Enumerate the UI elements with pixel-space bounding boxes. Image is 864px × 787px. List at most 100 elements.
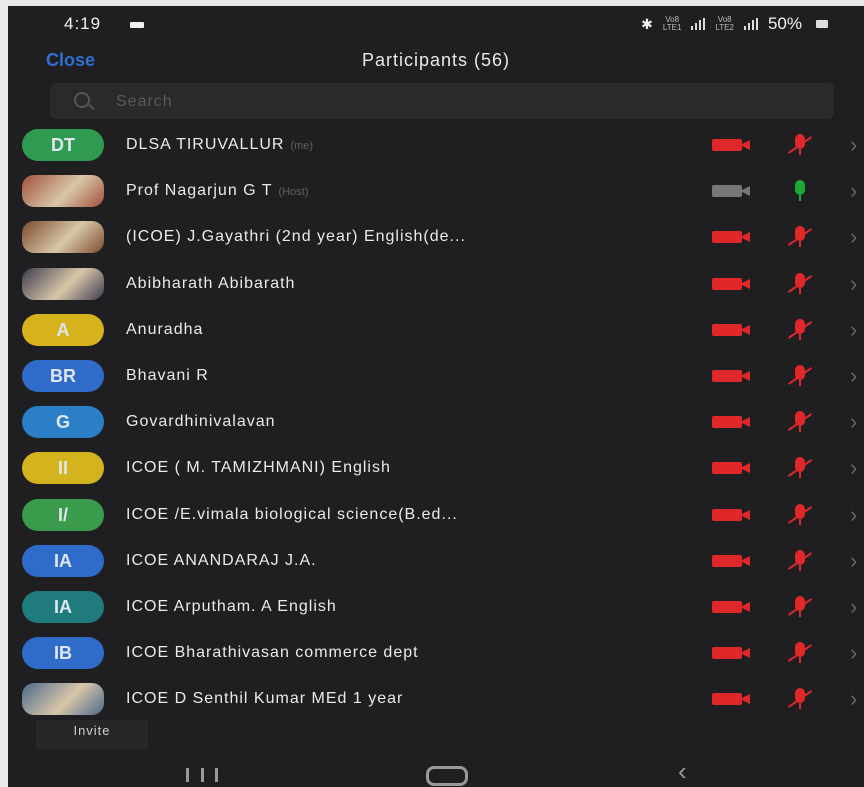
microphone-muted-icon [787, 364, 813, 388]
avatar: I/ [22, 498, 104, 531]
bluetooth-icon: ✱ [641, 15, 653, 32]
microphone-muted-icon [787, 503, 813, 527]
participant-name: Abibharath Abibarath [126, 275, 295, 293]
video-call-indicator-icon [130, 22, 144, 28]
participant-row[interactable]: Abibharath Abibarath › [8, 261, 864, 307]
mic-stand [799, 149, 801, 155]
avatar: IB [22, 637, 104, 670]
participant-name: ICOE ( M. TAMIZHMANI) English [126, 459, 391, 477]
header: Close Participants (56) [8, 42, 864, 82]
video-camera-off-icon [712, 139, 750, 151]
participant-row[interactable]: DT DLSA TIRUVALLUR (me) › [8, 122, 864, 168]
recent-apps-icon[interactable] [186, 768, 218, 782]
chevron-right-icon[interactable]: › [850, 455, 857, 481]
mic-stand [799, 241, 801, 248]
mic-stand [799, 610, 801, 617]
participant-name-text: ICOE Arputham. A English [126, 597, 337, 615]
participant-row[interactable]: II ICOE ( M. TAMIZHMANI) English › [8, 445, 864, 491]
camera-body [712, 139, 742, 151]
chevron-right-icon[interactable]: › [850, 409, 857, 435]
video-camera-off-icon [712, 277, 750, 290]
participant-name-text: Bhavani R [126, 366, 209, 384]
participant-row[interactable]: A Anuradha › [8, 307, 864, 353]
chevron-right-icon[interactable]: › [850, 132, 857, 158]
participant-name-text: ICOE /E.vimala biological science(B.ed..… [126, 505, 458, 523]
participant-name: ICOE Bharathivasan commerce dept [126, 644, 419, 662]
chevron-right-icon[interactable]: › [850, 594, 857, 620]
microphone-icon [788, 179, 812, 203]
video-camera-off-icon [712, 600, 750, 613]
avatar-photo [22, 175, 104, 208]
participant-name-text: DLSA TIRUVALLUR [126, 136, 285, 153]
avatar: II [22, 452, 104, 485]
mic-stand [799, 564, 801, 571]
participant-row[interactable]: IA ICOE Arputham. A English › [8, 584, 864, 630]
chevron-right-icon[interactable]: › [850, 363, 857, 389]
video-camera-off-icon [712, 323, 750, 336]
chevron-right-icon[interactable]: › [850, 502, 857, 528]
chevron-right-icon[interactable]: › [850, 640, 857, 666]
participant-name-text: (ICOE) J.Gayathri (2nd year) English(de.… [126, 228, 466, 246]
camera-lens [740, 509, 750, 520]
microphone-muted-icon [787, 272, 813, 296]
microphone-muted-icon [787, 687, 813, 711]
signal-icon [691, 18, 706, 30]
mic-capsule [795, 180, 805, 196]
search-input[interactable] [114, 88, 818, 116]
avatar-photo [22, 221, 104, 254]
camera-body [712, 369, 742, 382]
invite-button[interactable]: Invite [36, 720, 148, 750]
camera-lens [740, 324, 750, 335]
participant-name-text: Abibharath Abibarath [126, 274, 296, 292]
video-camera-off-icon [712, 508, 750, 521]
participant-row[interactable]: Prof Nagarjun G T (Host) › [8, 168, 864, 214]
sim1-network-label: Vo8 LTE1 [662, 15, 682, 32]
chevron-right-icon[interactable]: › [850, 271, 857, 297]
microphone-muted-icon [787, 641, 813, 665]
video-camera-off-icon [712, 647, 750, 660]
participant-name: Anuradha [126, 321, 203, 339]
camera-body [712, 508, 742, 521]
chevron-right-icon[interactable]: › [850, 224, 857, 250]
participant-row[interactable]: BR Bhavani R › [8, 353, 864, 399]
chevron-right-icon[interactable]: › [850, 548, 857, 574]
mic-stand [799, 379, 801, 386]
participant-name-text: Govardhinivalavan [126, 413, 276, 431]
microphone-muted-icon [787, 410, 813, 434]
camera-body [712, 554, 742, 567]
participant-name-text: Anuradha [126, 320, 204, 338]
participant-name: ICOE Arputham. A English [126, 598, 337, 616]
participant-name: DLSA TIRUVALLUR (me) [126, 136, 313, 154]
video-camera-off-icon [712, 554, 750, 567]
participant-row[interactable]: IA ICOE ANANDARAJ J.A. › [8, 538, 864, 584]
back-icon[interactable]: ‹ [678, 756, 687, 787]
mic-stand [799, 518, 801, 525]
participant-row[interactable]: (ICOE) J.Gayathri (2nd year) English(de.… [8, 214, 864, 260]
microphone-muted-icon [787, 549, 813, 573]
chevron-right-icon[interactable]: › [850, 317, 857, 343]
participant-row[interactable]: G Govardhinivalavan › [8, 399, 864, 445]
status-bar: 4:19 ✱ Vo8 LTE1 Vo8 LTE2 50% [8, 6, 864, 42]
chevron-right-icon[interactable]: › [850, 178, 857, 204]
camera-body [712, 323, 742, 336]
camera-lens [740, 555, 750, 566]
microphone-muted-icon [787, 595, 813, 619]
video-camera-off-icon [712, 369, 750, 382]
avatar: IA [22, 590, 104, 623]
avatar-photo [22, 683, 104, 716]
zoom-participants-screen: 4:19 ✱ Vo8 LTE1 Vo8 LTE2 50% Close Parti… [8, 6, 864, 787]
sim2-network-label: Vo8 LTE2 [715, 15, 734, 32]
participant-row[interactable]: I/ICOE /E.vimala biological science(B.ed… [8, 492, 864, 538]
video-camera-off-icon [712, 462, 750, 475]
participant-name: Bhavani R [126, 367, 209, 385]
microphone-muted-icon [787, 225, 813, 249]
chevron-right-icon[interactable]: › [850, 686, 857, 712]
home-icon[interactable] [426, 766, 468, 786]
mic-stand [799, 333, 801, 340]
search-bar[interactable] [50, 83, 834, 119]
camera-body [712, 600, 742, 613]
participant-row[interactable]: IB ICOE Bharathivasan commerce dept › [8, 630, 864, 676]
avatar: DT [22, 129, 104, 161]
mic-stand [799, 657, 801, 664]
participant-row[interactable]: ICOE D Senthil Kumar MEd 1 year › [8, 676, 864, 722]
